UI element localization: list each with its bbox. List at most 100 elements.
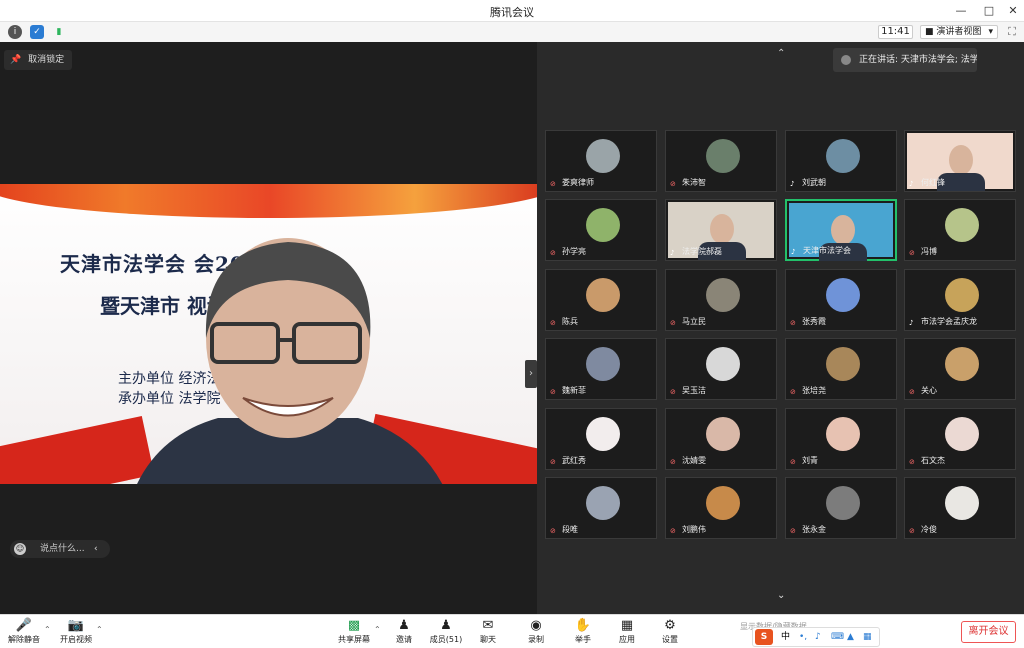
participant-name-label: 段唯 <box>562 525 578 534</box>
punctuation-icon[interactable]: •, <box>799 628 807 646</box>
info-icon[interactable]: i <box>8 25 22 39</box>
comment-input[interactable]: ☺ 说点什么... ‹ <box>10 540 110 558</box>
participant-name: ⊘ 刘鹏伟 <box>670 524 706 536</box>
mic-off-icon: ⊘ <box>670 458 676 466</box>
mic-off-icon: ⊘ <box>670 388 676 396</box>
keyboard-icon[interactable]: ⌨ <box>831 628 844 646</box>
avatar <box>826 347 860 381</box>
participant-tile[interactable]: ⊘ 朱沛智 <box>665 130 777 192</box>
record-label: 录制 <box>528 635 544 644</box>
participant-name: ⊘ 冯博 <box>909 246 937 258</box>
participant-tile[interactable]: ⊘ 孙学亮 <box>545 199 657 261</box>
unmute-button[interactable]: 🎤 解除静音 <box>4 617 44 647</box>
participant-name: ♪ 天津市法学会 <box>791 245 851 257</box>
share-screen-label: 共享屏幕 <box>338 635 370 644</box>
participant-tile[interactable]: ⊘ 冷俊 <box>904 477 1016 539</box>
input-method-bar[interactable]: S 中 •, ♪ ⌨ ▲ ▦ <box>752 627 880 647</box>
raise-hand-button[interactable]: ✋ 举手 <box>563 617 603 647</box>
close-icon[interactable]: ✕ <box>1002 0 1024 22</box>
mic-off-icon: ⊘ <box>670 527 676 535</box>
view-mode-select[interactable]: ■ 演讲者视图 ▾ <box>920 25 998 39</box>
chevron-up-icon[interactable]: ⌃ <box>44 625 51 634</box>
bottom-toolbar: 🎤 解除静音 ⌃ 📷 开启视频 ⌃ ▩ 共享屏幕 ⌃ ♟ 邀请 ♟ 成员(51)… <box>0 614 1024 648</box>
participant-tile[interactable]: ⊘ 张培尧 <box>785 338 897 400</box>
unlock-view-button[interactable]: 📌 取消锁定 <box>4 50 73 70</box>
participant-face <box>949 145 973 175</box>
view-mode-label: 演讲者视图 <box>936 27 982 37</box>
participant-tile[interactable]: ♪ 市法学会孟庆龙 <box>904 269 1016 331</box>
speaker-person <box>137 238 443 484</box>
avatar <box>586 278 620 312</box>
mic-off-icon: ⊘ <box>909 388 915 396</box>
signal-icon[interactable]: ▮ <box>52 25 66 39</box>
participant-tile[interactable]: ♪ 法学院郝磊 <box>665 199 777 261</box>
participant-tile[interactable]: ⊘ 关心 <box>904 338 1016 400</box>
leave-meeting-button[interactable]: 离开会议 <box>961 621 1016 643</box>
participant-tile[interactable]: ⊘ 张秀霞 <box>785 269 897 331</box>
chevron-up-icon[interactable]: ⌃ <box>96 625 103 634</box>
mic-icon: ♪ <box>670 249 675 257</box>
apps-label: 应用 <box>619 635 635 644</box>
participant-tile[interactable]: ⊘ 陈兵 <box>545 269 657 331</box>
collapse-gallery-button[interactable]: › <box>525 360 537 388</box>
skin-icon[interactable]: ▲ <box>847 628 854 646</box>
gear-icon: ⚙ <box>664 618 676 633</box>
participant-tile[interactable]: ⊘ 吴玉洁 <box>665 338 777 400</box>
chevron-up-icon[interactable]: ⌃ <box>374 625 381 634</box>
chat-button[interactable]: ✉ 聊天 <box>468 617 508 647</box>
chevron-up-icon[interactable]: ⌃ <box>777 48 785 59</box>
participant-tile[interactable]: ⊘ 娄爽律师 <box>545 130 657 192</box>
participant-name-label: 张秀霞 <box>802 317 826 326</box>
apps-button[interactable]: ▦ 应用 <box>607 617 647 647</box>
participant-name: ⊘ 段唯 <box>550 524 578 536</box>
avatar <box>945 278 979 312</box>
participant-tile[interactable]: ⊘ 武红秀 <box>545 408 657 470</box>
minimize-icon[interactable]: — <box>950 0 972 22</box>
participant-tile[interactable]: ⊘ 马立民 <box>665 269 777 331</box>
participant-tile[interactable]: ⊘ 刘青 <box>785 408 897 470</box>
mic-icon: ♪ <box>909 319 914 327</box>
emoji-icon[interactable]: ☺ <box>14 543 26 555</box>
invite-button[interactable]: ♟ 邀请 <box>384 617 424 647</box>
record-button[interactable]: ◉ 录制 <box>516 617 556 647</box>
share-screen-icon: ▩ <box>347 618 361 633</box>
participant-tile[interactable]: ⊘ 魏新菲 <box>545 338 657 400</box>
participant-tile[interactable]: ⊘ 石文杰 <box>904 408 1016 470</box>
start-video-label: 开启视频 <box>60 635 92 644</box>
participant-tile[interactable]: ⊘ 段唯 <box>545 477 657 539</box>
fullscreen-icon[interactable]: ⛶ <box>1005 25 1019 39</box>
participant-name: ⊘ 沈婧雯 <box>670 455 706 467</box>
participant-name-label: 娄爽律师 <box>562 178 594 187</box>
title-bar: 腾讯会议 — □ ✕ <box>0 0 1024 22</box>
participant-name-label: 马立民 <box>682 317 706 326</box>
chevron-left-icon[interactable]: ‹ <box>94 540 98 558</box>
chevron-down-icon: ▾ <box>988 27 993 37</box>
avatar <box>945 208 979 242</box>
participant-tile[interactable]: ♪ 天津市法学会 <box>785 199 897 261</box>
speaker-view: 📌 取消锁定 天津市法学会 会2022年年会 暨天津市 视论坛 主办单位 经济法… <box>0 42 537 614</box>
participant-tile[interactable]: ⊘ 张永金 <box>785 477 897 539</box>
ime-language[interactable]: 中 <box>781 628 790 646</box>
shield-icon[interactable]: ✓ <box>30 25 44 39</box>
record-icon: ◉ <box>530 618 542 633</box>
toolbox-icon[interactable]: ▦ <box>863 628 872 646</box>
mic-icon: ♪ <box>791 248 796 256</box>
mic-icon[interactable]: ♪ <box>815 628 821 646</box>
participant-tile[interactable]: ♪ 刘武朝 <box>785 130 897 192</box>
settings-button[interactable]: ⚙ 设置 <box>650 617 690 647</box>
members-button[interactable]: ♟ 成员(51) <box>426 617 466 647</box>
camera-off-icon: 📷 <box>67 618 85 633</box>
maximize-icon[interactable]: □ <box>978 0 1000 22</box>
participant-name: ⊘ 张培尧 <box>790 385 826 397</box>
participant-tile[interactable]: ⊘ 刘鹏伟 <box>665 477 777 539</box>
chevron-down-icon[interactable]: ⌄ <box>777 590 785 601</box>
participant-tile[interactable]: ⊘ 沈婧雯 <box>665 408 777 470</box>
participant-tile[interactable]: ⊘ 冯博 <box>904 199 1016 261</box>
share-screen-button[interactable]: ▩ 共享屏幕 <box>334 617 374 647</box>
start-video-button[interactable]: 📷 开启视频 <box>56 617 96 647</box>
layout-icon: ■ <box>925 27 934 37</box>
raise-hand-label: 举手 <box>575 635 591 644</box>
participant-tile[interactable]: ♪ 何红锋 <box>904 130 1016 192</box>
window-title: 腾讯会议 <box>490 6 534 19</box>
avatar <box>945 347 979 381</box>
